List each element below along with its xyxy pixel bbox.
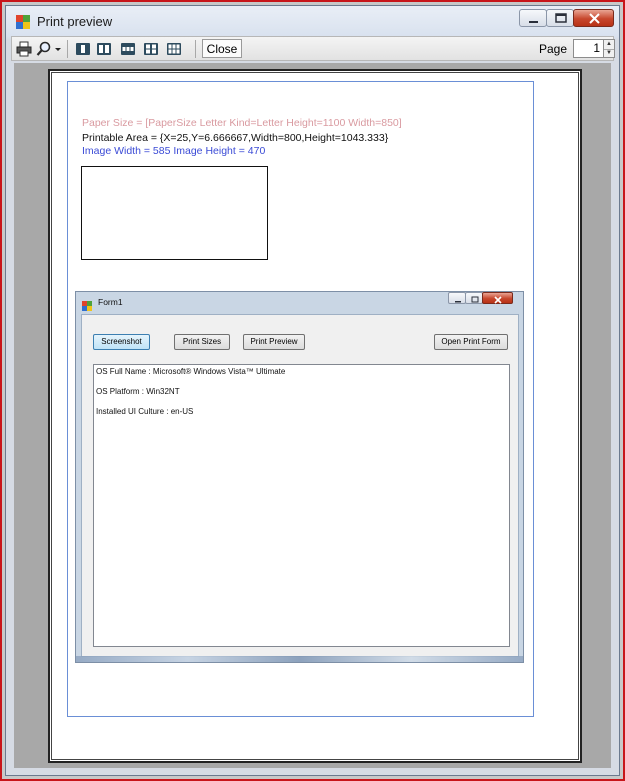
- system-info-textbox: OS Full Name : Microsoft® Windows Vista™…: [93, 364, 510, 647]
- four-pages-icon[interactable]: [143, 41, 159, 57]
- close-window-button[interactable]: [573, 9, 614, 27]
- printer-icon[interactable]: [16, 41, 32, 57]
- close-button[interactable]: Close: [202, 39, 242, 58]
- two-pages-icon[interactable]: [96, 41, 112, 57]
- os-full-name-line: OS Full Name : Microsoft® Windows Vista™…: [96, 367, 286, 376]
- form1-maximize-icon: [465, 292, 483, 304]
- title-bar[interactable]: Print preview: [6, 6, 619, 38]
- form1-app-icon: [82, 298, 92, 311]
- spinner-down-icon[interactable]: ▼: [604, 49, 614, 58]
- maximize-button[interactable]: [546, 9, 574, 27]
- minimize-icon: [529, 21, 538, 23]
- form1-close-icon: [482, 292, 513, 304]
- print-preview-button: Print Preview: [243, 334, 305, 350]
- screenshot-button: Screenshot: [93, 334, 150, 350]
- preview-toolbar: Close Page 1 ▲ ▼: [11, 36, 615, 61]
- six-pages-icon[interactable]: [166, 41, 182, 57]
- preview-page: Paper Size = [PaperSize Letter Kind=Lett…: [48, 69, 582, 763]
- window-title: Print preview: [37, 14, 113, 29]
- open-print-form-button: Open Print Form: [434, 334, 508, 350]
- three-pages-icon[interactable]: [120, 41, 136, 57]
- chevron-down-icon[interactable]: [53, 41, 63, 57]
- one-page-icon[interactable]: [75, 41, 91, 57]
- minimize-button[interactable]: [519, 9, 547, 27]
- preview-canvas[interactable]: Paper Size = [PaperSize Letter Kind=Lett…: [14, 63, 611, 768]
- page-border: Paper Size = [PaperSize Letter Kind=Lett…: [51, 72, 579, 760]
- paper-size-text: Paper Size = [PaperSize Letter Kind=Lett…: [82, 117, 402, 129]
- print-sizes-button: Print Sizes: [174, 334, 230, 350]
- image-placeholder-rectangle: [81, 166, 268, 260]
- form1-screenshot: Form1 Screenshot Print Sizes Print Previ…: [75, 291, 524, 663]
- toolbar-separator: [67, 40, 68, 58]
- form1-title: Form1: [98, 297, 123, 307]
- page-number-input[interactable]: 1: [573, 39, 604, 58]
- screenshot-frame: Print preview Close Page 1 ▲ ▼ Paper Siz…: [0, 0, 625, 781]
- toolbar-separator: [195, 40, 196, 58]
- maximize-icon: [555, 13, 567, 23]
- form1-minimize-icon: [448, 292, 466, 304]
- print-preview-window: Print preview Close Page 1 ▲ ▼ Paper Siz…: [5, 5, 620, 776]
- app-icon: [16, 15, 30, 29]
- form1-client-area: Screenshot Print Sizes Print Preview Ope…: [81, 314, 519, 657]
- page-label: Page: [539, 42, 568, 56]
- ui-culture-line: Installed UI Culture : en-US: [96, 407, 194, 416]
- printable-area-text: Printable Area = {X=25,Y=6.666667,Width=…: [82, 132, 389, 144]
- form1-bottom-edge: [76, 656, 523, 662]
- image-size-text: Image Width = 585 Image Height = 470: [82, 145, 266, 157]
- zoom-icon[interactable]: [36, 41, 52, 57]
- os-platform-line: OS Platform : Win32NT: [96, 387, 180, 396]
- page-spinner[interactable]: ▲ ▼: [604, 39, 615, 58]
- close-icon: [589, 13, 600, 24]
